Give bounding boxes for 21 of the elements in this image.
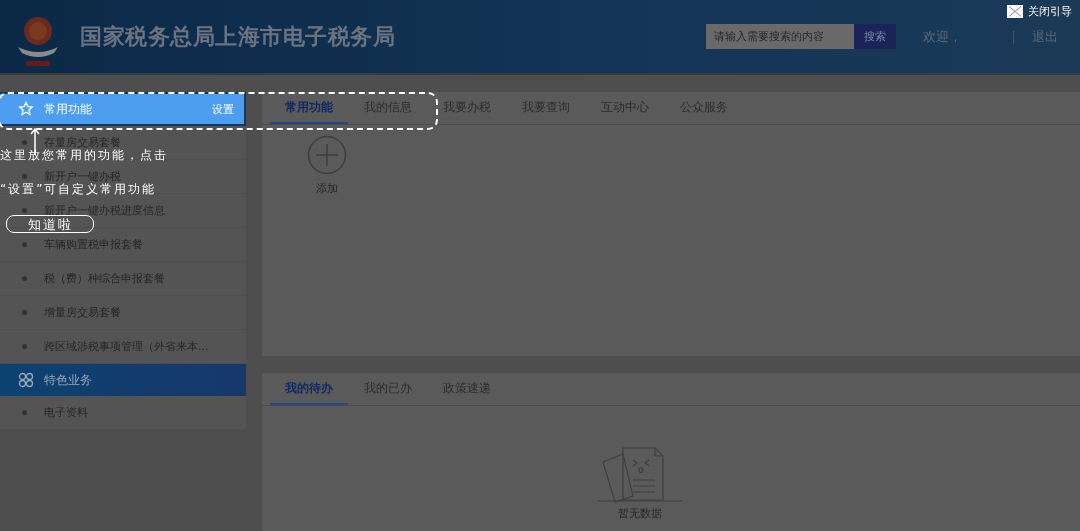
section-title: 特色业务	[44, 371, 93, 389]
logout-link[interactable]: 退出	[1032, 27, 1058, 46]
section-header[interactable]: 特色业务	[0, 364, 246, 396]
guide-tip-line: 这里放您常用的功能，点击	[0, 149, 168, 162]
grid-icon	[18, 372, 34, 388]
section-header[interactable]: 常用功能 设置	[0, 92, 246, 126]
close-guide-button[interactable]: 关闭引导	[1007, 4, 1072, 19]
section-title: 常用功能	[44, 100, 93, 118]
site-title: 国家税务总局上海市电子税务局	[80, 22, 395, 51]
close-icon	[1007, 5, 1023, 18]
guide-tip-line: “设置”可自定义常用功能	[0, 183, 157, 196]
got-it-button[interactable]: 知道啦	[6, 215, 94, 233]
add-icon[interactable]	[307, 135, 347, 175]
star-icon	[18, 101, 34, 117]
greeting-text: 欢迎，	[922, 27, 962, 46]
tab[interactable]: 我的待办	[270, 373, 348, 405]
settings-link[interactable]: 设置	[212, 101, 234, 117]
tab[interactable]: 常用功能	[270, 92, 348, 124]
empty-document-icon	[597, 444, 683, 504]
separator-text: |	[1011, 29, 1016, 44]
search-button[interactable]: 搜索	[853, 24, 896, 49]
